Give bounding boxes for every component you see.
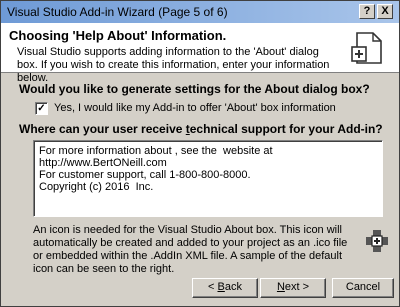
about-checkbox[interactable]: ✓ (35, 102, 48, 115)
back-button[interactable]: < Back (192, 278, 258, 298)
page-description: Visual Studio supports adding informatio… (17, 46, 330, 84)
addin-default-icon (366, 230, 388, 252)
support-info-textarea[interactable]: For more information about , see the web… (33, 140, 383, 217)
support-question: Where can your user receive technical su… (19, 122, 383, 136)
help-button[interactable]: ? (359, 4, 375, 19)
back-button-label: ack (224, 281, 242, 293)
page-title: Choosing 'Help About' Information. (9, 28, 227, 43)
about-checkbox-label[interactable]: Yes, I would like my Add-in to offer 'Ab… (54, 102, 336, 114)
next-button[interactable]: Next > (260, 278, 326, 298)
wizard-header: Choosing 'Help About' Information. Visua… (1, 23, 399, 84)
close-button[interactable]: X (377, 4, 393, 19)
support-question-start: Where can your user receive (19, 122, 186, 136)
window-title: Visual Studio Add-in Wizard (Page 5 of 6… (7, 5, 228, 19)
back-button-accel: B (217, 281, 225, 293)
icon-info-text: An icon is needed for the Visual Studio … (33, 224, 348, 275)
about-question: Would you like to generate settings for … (19, 82, 370, 96)
back-button-arrow: < (208, 281, 218, 293)
wizard-window: Visual Studio Add-in Wizard (Page 5 of 6… (0, 0, 400, 307)
next-button-label: ext > (284, 281, 310, 293)
about-box-icon (351, 32, 382, 64)
next-button-accel: N (276, 281, 285, 293)
cancel-button[interactable]: Cancel (332, 278, 394, 298)
support-question-end: echnical support for your Add-in? (189, 122, 383, 136)
title-bar[interactable]: Visual Studio Add-in Wizard (Page 5 of 6… (1, 1, 399, 23)
